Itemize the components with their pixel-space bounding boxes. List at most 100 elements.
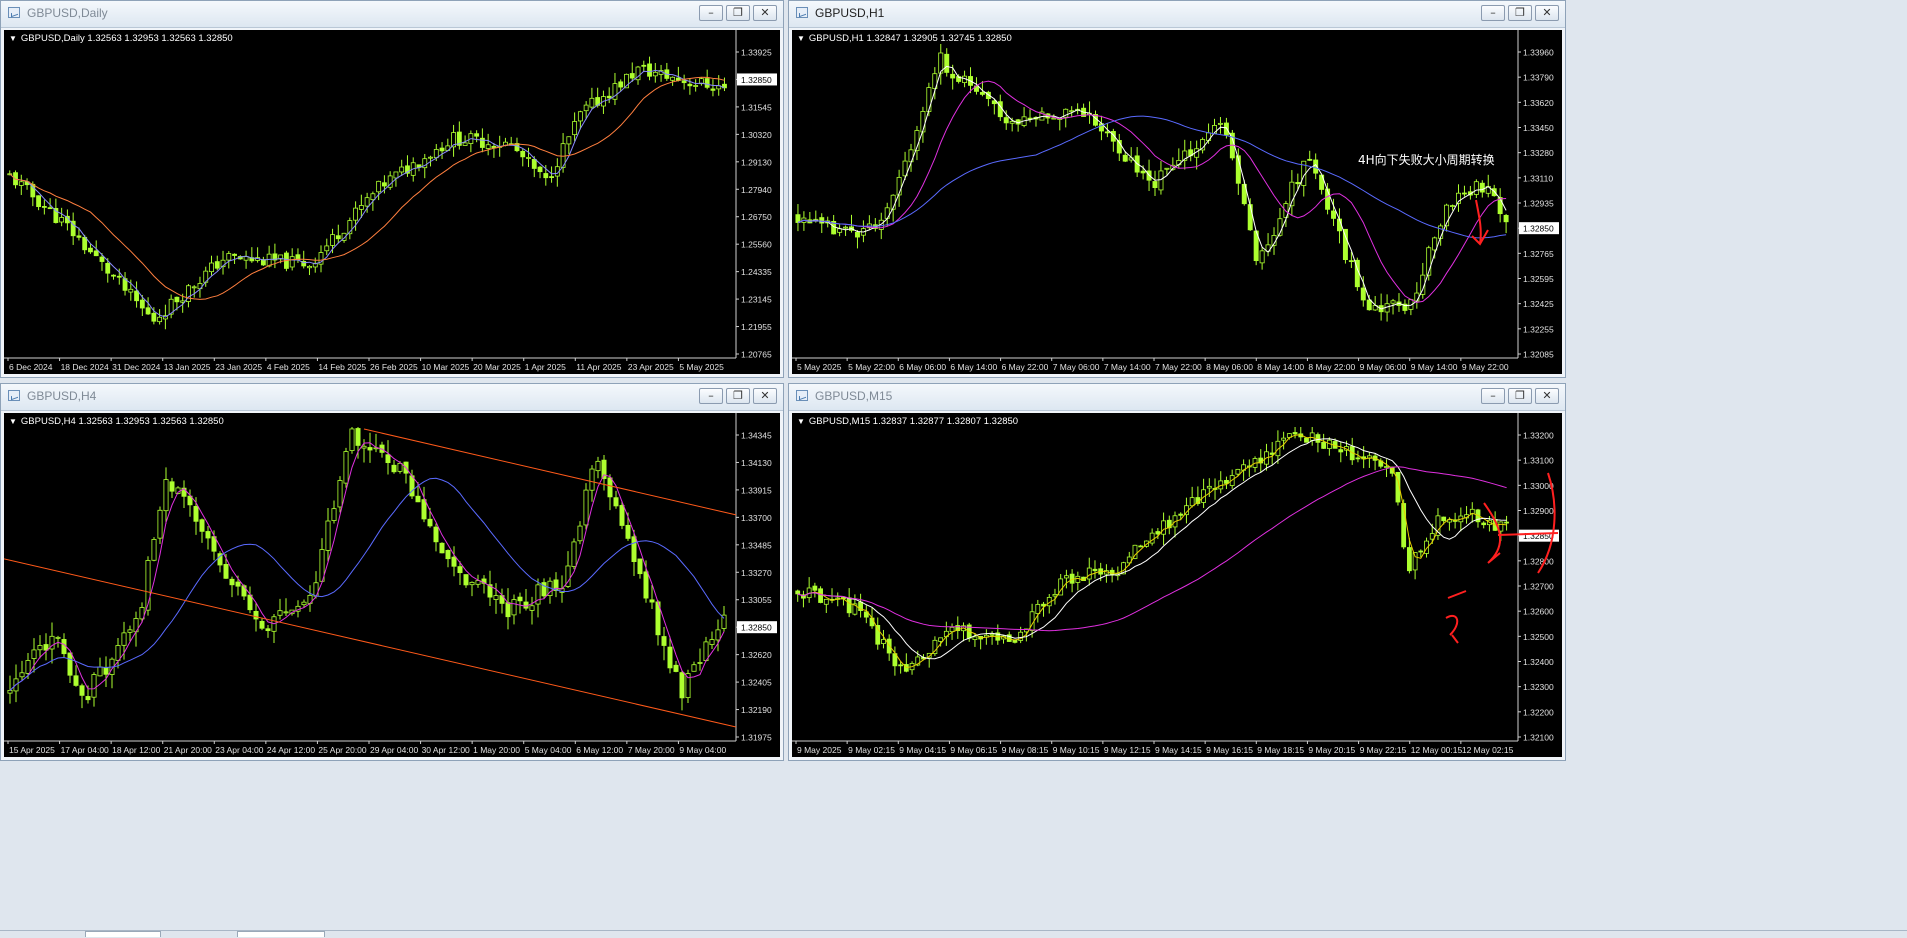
candle-body bbox=[247, 594, 253, 611]
restore-button[interactable]: ❐ bbox=[1508, 5, 1532, 21]
close-button[interactable]: ✕ bbox=[753, 5, 777, 21]
time-tick-label: 1 May 20:00 bbox=[473, 745, 520, 755]
moving-average-line bbox=[797, 65, 1507, 310]
chart-symbol-header[interactable]: ▼ GBPUSD,H1 1.32847 1.32905 1.32745 1.328… bbox=[797, 33, 1012, 44]
price-tick-label: 1.33200 bbox=[1523, 431, 1554, 441]
candle-body bbox=[972, 636, 978, 640]
candle-body bbox=[1217, 122, 1223, 125]
candle-body bbox=[145, 307, 151, 315]
minimize-button[interactable]: – bbox=[699, 388, 723, 404]
restore-button[interactable]: ❐ bbox=[726, 5, 750, 21]
candle-body bbox=[439, 542, 445, 554]
candle-body bbox=[571, 541, 577, 567]
price-tick-label: 1.32850 bbox=[1523, 224, 1554, 234]
chart-symbol-header[interactable]: ▼ GBPUSD,M15 1.32837 1.32877 1.32807 1.32… bbox=[797, 416, 1018, 427]
candle-body bbox=[191, 286, 197, 289]
candle-body bbox=[116, 275, 122, 278]
candle-body bbox=[607, 477, 613, 498]
time-tick-label: 12 May 00:15 bbox=[1411, 745, 1463, 755]
candle-body bbox=[649, 599, 655, 603]
candle-body bbox=[115, 645, 121, 661]
dropdown-triangle-icon[interactable]: ▼ bbox=[9, 417, 17, 426]
price-tick-label: 1.27940 bbox=[741, 185, 772, 195]
title-bar[interactable]: GBPUSD,Daily – ❐ ✕ bbox=[1, 1, 783, 28]
minimize-button[interactable]: – bbox=[1481, 388, 1505, 404]
restore-button[interactable]: ❐ bbox=[1508, 388, 1532, 404]
candle-body bbox=[1325, 188, 1331, 210]
candle-body bbox=[1348, 260, 1354, 263]
candle-body bbox=[474, 133, 480, 137]
chart-window-h4[interactable]: GBPUSD,H4 – ❐ ✕ 1.34345 1.34130 1.33915 1.3… bbox=[0, 383, 784, 761]
dropdown-triangle-icon[interactable]: ▼ bbox=[9, 34, 17, 43]
time-tick-label: 5 May 04:00 bbox=[525, 745, 572, 755]
candle-body bbox=[199, 519, 205, 532]
chart-canvas[interactable]: 1.33960 1.33790 1.33620 1.33450 1.33280 1.331… bbox=[792, 30, 1562, 374]
candle-body bbox=[289, 256, 295, 268]
candle-body bbox=[157, 316, 163, 323]
candle-body bbox=[629, 73, 635, 79]
close-button[interactable]: ✕ bbox=[1535, 388, 1559, 404]
chart-canvas[interactable]: 1.33200 1.33100 1.33000 1.32900 1.32850 1.328… bbox=[792, 413, 1562, 757]
title-bar[interactable]: GBPUSD,M15 – ❐ ✕ bbox=[789, 384, 1565, 411]
chart-canvas[interactable]: 1.34345 1.34130 1.33915 1.33700 1.33485 1.332… bbox=[4, 413, 780, 757]
close-icon: ✕ bbox=[1542, 389, 1552, 402]
time-tick-label: 26 Feb 2025 bbox=[370, 362, 418, 372]
time-tick-label: 7 May 20:00 bbox=[628, 745, 675, 755]
chart-canvas[interactable]: 1.33925 1.32850 1.31545 1.30320 1.29130 1.279… bbox=[4, 30, 780, 374]
price-tick-label: 1.32425 bbox=[1523, 299, 1554, 309]
restore-button[interactable]: ❐ bbox=[726, 388, 750, 404]
price-tick-label: 1.32405 bbox=[741, 678, 772, 688]
candle-body bbox=[31, 649, 37, 659]
candle-body bbox=[517, 596, 523, 602]
time-tick-label: 15 Apr 2025 bbox=[9, 745, 55, 755]
title-bar[interactable]: GBPUSD,H4 – ❐ ✕ bbox=[1, 384, 783, 411]
price-tick-label: 1.33100 bbox=[1523, 456, 1554, 466]
minimize-button[interactable]: – bbox=[699, 5, 723, 21]
candle-body bbox=[370, 193, 376, 201]
candle-body bbox=[523, 601, 529, 609]
candle-body bbox=[253, 610, 259, 620]
candle-body bbox=[47, 207, 53, 210]
candle-body bbox=[307, 265, 312, 269]
candle-body bbox=[631, 536, 637, 563]
price-chart[interactable]: 1.34345 1.34130 1.33915 1.33700 1.33485 1.332… bbox=[4, 413, 780, 757]
chart-tab[interactable] bbox=[237, 931, 325, 937]
price-tick-label: 1.32085 bbox=[1523, 350, 1554, 360]
price-chart[interactable]: 1.33960 1.33790 1.33620 1.33450 1.33280 1.331… bbox=[792, 30, 1562, 374]
candle-body bbox=[1414, 292, 1420, 302]
dropdown-triangle-icon[interactable]: ▼ bbox=[797, 34, 805, 43]
dropdown-triangle-icon[interactable]: ▼ bbox=[797, 417, 805, 426]
chart-window-m15[interactable]: GBPUSD,M15 – ❐ ✕ 1.33200 1.33100 1.33000 1.… bbox=[788, 383, 1566, 761]
price-chart[interactable]: 1.332001.331001.330001.329001.328501.328… bbox=[792, 413, 1562, 757]
price-tick-label: 1.30320 bbox=[741, 130, 772, 140]
chart-symbol-header[interactable]: ▼ GBPUSD,Daily 1.32563 1.32953 1.32563 1.… bbox=[9, 33, 233, 44]
candle-body bbox=[283, 611, 289, 614]
candle-body bbox=[529, 605, 535, 611]
price-tick-label: 1.26750 bbox=[741, 212, 772, 222]
price-tick-label: 1.32765 bbox=[1523, 249, 1554, 259]
price-chart[interactable]: 1.33925 1.32850 1.31545 1.30320 1.29130 1.279… bbox=[4, 30, 780, 374]
chart-tab[interactable] bbox=[85, 931, 161, 937]
close-button[interactable]: ✕ bbox=[1535, 5, 1559, 21]
minimize-button[interactable]: – bbox=[1481, 5, 1505, 21]
candle-body bbox=[652, 71, 658, 77]
candle-body bbox=[1164, 167, 1170, 170]
candle-body bbox=[710, 88, 716, 91]
candle-body bbox=[938, 637, 944, 642]
chart-window-daily[interactable]: GBPUSD,Daily – ❐ ✕ 1.33925 1.32850 1.31545… bbox=[0, 0, 784, 378]
price-tick-label: 1.33270 bbox=[741, 568, 772, 578]
candle-body bbox=[376, 180, 382, 193]
candle-body bbox=[97, 666, 103, 677]
candle-body bbox=[399, 166, 405, 173]
close-button[interactable]: ✕ bbox=[753, 388, 777, 404]
chart-window-icon bbox=[8, 7, 20, 18]
candle-body bbox=[881, 639, 886, 644]
minimize-icon: – bbox=[1490, 6, 1496, 19]
candle-body bbox=[343, 451, 349, 484]
chart-symbol-header[interactable]: ▼ GBPUSD,H4 1.32563 1.32953 1.32563 1.328… bbox=[9, 416, 224, 427]
candle-body bbox=[1138, 545, 1144, 548]
chart-window-h1[interactable]: GBPUSD,H1 – ❐ ✕ 1.33960 1.33790 1.33620 1.3… bbox=[788, 0, 1566, 378]
window-title: GBPUSD,H4 bbox=[27, 389, 97, 403]
price-tick-label: 1.32850 bbox=[741, 75, 772, 85]
title-bar[interactable]: GBPUSD,H1 – ❐ ✕ bbox=[789, 1, 1565, 28]
